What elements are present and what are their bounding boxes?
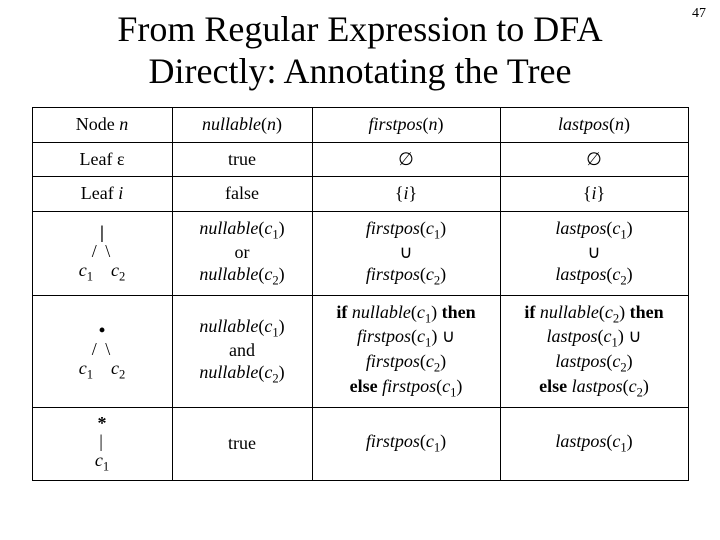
table-row: Leaf i false {i} {i} <box>32 177 688 212</box>
slide-title: From Regular Expression to DFA Directly:… <box>12 8 708 93</box>
annotation-table: Node n nullable(n) firstpos(n) lastpos(n… <box>32 107 689 481</box>
tree-star: * | c1 <box>95 414 109 475</box>
tree-or: | / \ c1 c2 <box>79 223 126 284</box>
page-number: 47 <box>692 6 706 22</box>
table-header-row: Node n nullable(n) firstpos(n) lastpos(n… <box>32 107 688 142</box>
table-row: | / \ c1 c2 nullable(c1) or nullable(c2)… <box>32 211 688 295</box>
table-row: Leaf ε true ∅ ∅ <box>32 142 688 177</box>
table-row: • / \ c1 c2 nullable(c1) and nullable(c2… <box>32 295 688 407</box>
col-firstpos: firstpos(n) <box>312 107 500 142</box>
tree-concat: • / \ c1 c2 <box>79 321 126 382</box>
col-lastpos: lastpos(n) <box>500 107 688 142</box>
col-node: Node n <box>32 107 172 142</box>
table-row: * | c1 true firstpos(c1) lastpos(c1) <box>32 407 688 481</box>
col-nullable: nullable(n) <box>172 107 312 142</box>
